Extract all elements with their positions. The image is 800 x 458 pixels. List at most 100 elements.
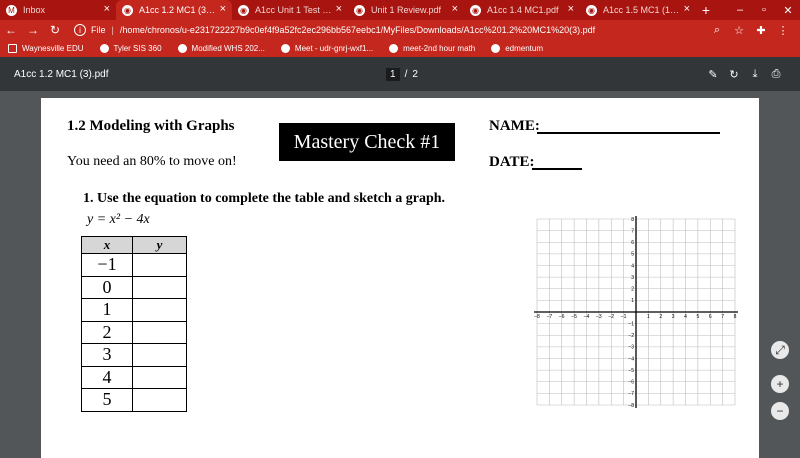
browser-toolbar: ← → ↻ i File | /home/chronos/u-e23172222… [0, 20, 800, 40]
date-line [532, 168, 582, 170]
y-cell [132, 298, 187, 322]
menu-icon[interactable]: ⋮ [772, 24, 794, 37]
x-tick-label: −4 [584, 314, 590, 320]
zoom-out-button[interactable]: − [771, 402, 789, 420]
y-tick-label: −3 [628, 345, 634, 351]
tab-a1cc-1-2-mc1[interactable]: ◉ A1cc 1.2 MC1 (3).pdf × [116, 0, 232, 20]
address-bar[interactable]: i File | /home/chronos/u-e231722227b9c0e… [74, 22, 706, 38]
pdf-toolbar: A1cc 1.2 MC1 (3).pdf 1 / 2 ✎ ↻ ⤓ ⎙ [0, 57, 800, 91]
y-cell [132, 388, 187, 412]
annotate-pen-icon[interactable]: ✎ [703, 68, 723, 81]
table-row: −1 [81, 253, 187, 277]
close-window-icon[interactable]: ✕ [776, 0, 800, 20]
close-icon[interactable]: × [452, 4, 458, 15]
extensions-icon[interactable]: ✚ [750, 24, 772, 37]
zoom-in-button[interactable]: + [771, 375, 789, 393]
new-tab-button[interactable]: + [696, 0, 716, 20]
globe-icon [177, 44, 187, 53]
bookmark-waynesville[interactable]: Waynesville EDU [8, 44, 84, 53]
tab-label: A1cc 1.2 MC1 (3).pdf [139, 5, 217, 15]
close-icon[interactable]: × [220, 4, 226, 15]
window-controls: – ▫ ✕ [728, 0, 800, 20]
bookmark-meet[interactable]: Meet - udr-gnrj-wxf1... [280, 44, 374, 53]
zoom-icon[interactable]: ⌕ [706, 24, 728, 37]
table-header-row: x y [81, 236, 187, 254]
coordinate-grid: −8 −7 −6 −5 −4 −3 −2 −1 1 2 3 4 5 6 7 8 8 7 6 5 4 3 2 1 −1 −2 −3 −4… [534, 216, 738, 409]
x-tick-label: 3 [672, 314, 675, 320]
close-icon[interactable]: × [568, 4, 574, 15]
page-indicator: 1 / 2 [386, 67, 418, 81]
table-row: 0 [81, 275, 187, 299]
pdf-file-title: A1cc 1.2 MC1 (3).pdf [14, 68, 109, 80]
folder-icon [8, 44, 17, 53]
y-tick-label: −5 [628, 368, 634, 374]
y-cell [132, 343, 187, 367]
pdf-actions: ✎ ↻ ⤓ ⎙ [702, 68, 786, 81]
restore-icon[interactable]: ▫ [752, 0, 776, 20]
y-tick-label: 3 [631, 275, 634, 281]
rotate-icon[interactable]: ↻ [724, 68, 744, 81]
close-icon[interactable]: × [104, 4, 110, 15]
column-header-x: x [81, 236, 133, 254]
pdf-icon: ◉ [470, 4, 481, 16]
tab-label: Unit 1 Review.pdf [371, 5, 442, 15]
y-tick-label: −4 [628, 356, 634, 362]
x-tick-label: −5 [571, 314, 577, 320]
bookmark-label: Meet - udr-gnrj-wxf1... [294, 44, 374, 53]
x-cell: 0 [81, 275, 133, 299]
table-row: 2 [81, 320, 187, 344]
y-cell [132, 253, 187, 277]
x-tick-label: 5 [696, 314, 699, 320]
x-tick-label: 6 [709, 314, 712, 320]
address-url: /home/chronos/u-e231722227b9c0ef4f9a52fc… [119, 25, 596, 35]
zoom-controls: ⤢ + − [759, 91, 800, 450]
y-cell [132, 320, 187, 344]
value-table: x y −1 0 1 2 3 4 5 [81, 236, 187, 412]
back-icon[interactable]: ← [0, 23, 22, 37]
close-icon[interactable]: × [336, 4, 342, 15]
x-tick-label: 4 [684, 314, 687, 320]
edmentum-icon [491, 44, 501, 53]
pdf-icon: ◉ [238, 4, 249, 16]
tab-unit1-test[interactable]: ◉ A1cc Unit 1 Test #1.pdf × [232, 0, 348, 20]
bookmarks-bar: Waynesville EDU Tyler SIS 360 Modified W… [0, 40, 800, 57]
bookmark-tyler-sis[interactable]: Tyler SIS 360 [99, 44, 162, 53]
y-cell [132, 365, 187, 389]
pdf-icon: ◉ [354, 4, 365, 16]
bookmark-meet-2nd-hour[interactable]: meet-2nd hour math [389, 44, 475, 53]
y-tick-label: −7 [628, 391, 634, 397]
bookmark-edmentum[interactable]: edmentum [491, 44, 543, 53]
close-icon[interactable]: × [684, 4, 690, 15]
date-label: DATE: [489, 154, 535, 170]
tab-a1cc-1-4[interactable]: ◉ A1cc 1.4 MC1.pdf × [464, 0, 580, 20]
x-cell: 4 [81, 365, 133, 389]
x-tick-label: 1 [647, 314, 650, 320]
worksheet-subheading: You need an 80% to move on! [67, 154, 237, 169]
reload-icon[interactable]: ↻ [44, 23, 66, 37]
download-icon[interactable]: ⤓ [745, 68, 765, 81]
forward-icon[interactable]: → [22, 23, 44, 37]
tab-a1cc-1-5[interactable]: ◉ A1cc 1.5 MC1 (1).pdf × [580, 0, 696, 20]
tab-label: A1cc 1.5 MC1 (1).pdf [603, 5, 681, 15]
x-tick-label: −2 [608, 314, 614, 320]
x-cell: 2 [81, 320, 133, 344]
bookmark-modified-whs[interactable]: Modified WHS 202... [177, 44, 265, 53]
toolbar-actions: ⌕ ☆ ✚ ⋮ [706, 24, 794, 37]
column-header-y: y [132, 236, 187, 254]
x-tick-label: −6 [559, 314, 565, 320]
pdf-icon: ◉ [122, 4, 133, 16]
address-separator: | [111, 25, 114, 35]
info-icon[interactable]: i [74, 24, 86, 36]
print-icon[interactable]: ⎙ [766, 68, 786, 81]
meet-icon [280, 44, 290, 53]
pdf-page: 1.2 Modeling with Graphs You need an 80%… [41, 98, 759, 458]
x-cell: 5 [81, 388, 133, 412]
x-tick-label: 8 [734, 314, 737, 320]
minimize-icon[interactable]: – [728, 0, 752, 20]
star-icon[interactable]: ☆ [728, 24, 750, 37]
fit-page-button[interactable]: ⤢ [771, 341, 789, 359]
current-page-input[interactable]: 1 [386, 67, 400, 81]
y-tick-label: −1 [628, 321, 634, 327]
tab-inbox[interactable]: M Inbox × [0, 0, 116, 20]
tab-unit1-review[interactable]: ◉ Unit 1 Review.pdf × [348, 0, 464, 20]
